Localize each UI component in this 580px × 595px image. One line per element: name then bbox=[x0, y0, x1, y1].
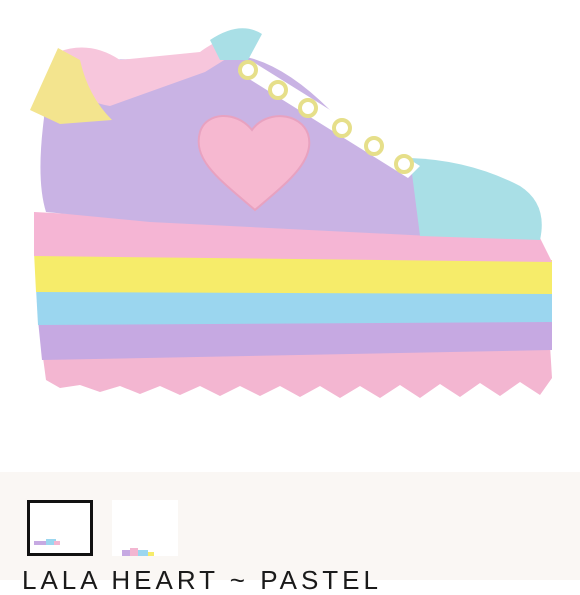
thumbnail-2[interactable] bbox=[112, 500, 178, 556]
sneaker-angle-thumbnail-icon bbox=[122, 548, 154, 556]
tongue bbox=[210, 28, 262, 60]
toe-cap bbox=[410, 158, 542, 240]
sneaker-side-thumbnail-icon bbox=[34, 539, 60, 545]
sneaker-image-icon bbox=[30, 28, 552, 398]
product-image[interactable] bbox=[0, 0, 580, 472]
thumbnail-gallery bbox=[0, 472, 580, 580]
product-title: LALA HEART ~ PASTEL bbox=[22, 565, 382, 595]
thumbnail-1[interactable] bbox=[27, 500, 93, 556]
